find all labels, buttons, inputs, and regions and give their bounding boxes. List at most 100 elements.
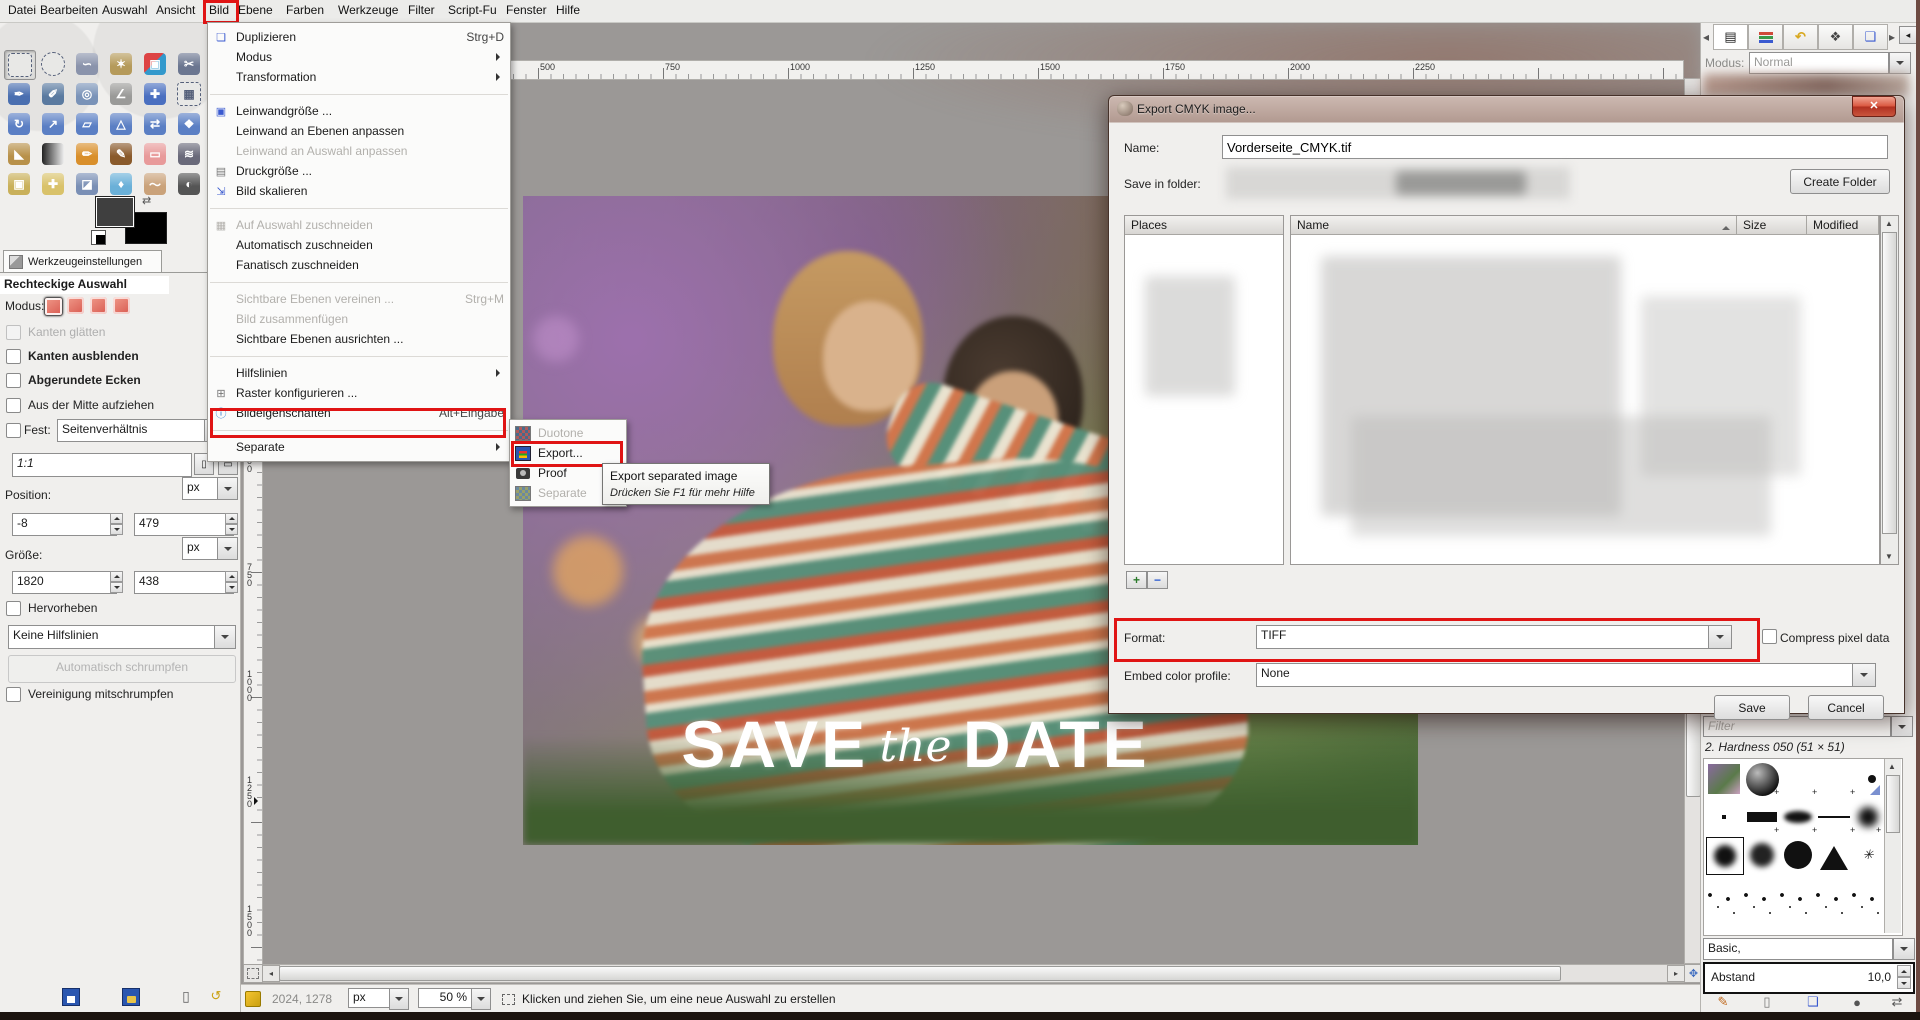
shear-tool[interactable]: ▱ [72,110,102,138]
filename-input[interactable] [1222,135,1888,159]
rounded-corners-checkbox[interactable] [6,373,21,388]
brush-scrollbar[interactable]: ▲ [1884,759,1901,933]
tabs-scroll-left-icon[interactable]: ◂ [1703,30,1709,44]
create-folder-button[interactable]: Create Folder [1790,169,1890,194]
menu-fenster[interactable]: Fenster [506,3,547,17]
flip-tool[interactable]: ⇄ [140,110,170,138]
highlight-checkbox[interactable] [6,601,21,616]
reset-tool-options-icon[interactable]: ↺ [208,988,224,1004]
menu-item-hilfslinien[interactable]: Hilfslinien [208,363,510,383]
menu-item-fanatisch-zuschneiden[interactable]: Fanatisch zuschneiden [208,255,510,275]
unit-dropdown-button[interactable] [389,988,409,1010]
quickmask-button[interactable] [243,964,263,983]
compress-checkbox[interactable] [1762,629,1777,644]
fixed-combo[interactable]: Seitenverhältnis [57,419,207,442]
menu-item-ebenen-ausrichten[interactable]: Sichtbare Ebenen ausrichten ... [208,329,510,349]
zoom-tool[interactable]: ◎ [72,80,102,108]
position-y-spinner[interactable] [225,513,238,534]
rotate-tool[interactable]: ↻ [4,110,34,138]
expand-from-center-checkbox[interactable] [6,398,21,413]
zoom-dropdown-button[interactable] [471,988,491,1010]
tab-werkzeugeinstellungen[interactable]: Werkzeugeinstellungen [3,250,162,273]
add-place-button[interactable]: + [1126,571,1147,589]
menu-auswahl[interactable]: Auswahl [102,3,147,17]
column-header-name[interactable]: Name [1291,216,1737,235]
delete-brush-icon[interactable]: ● [1849,994,1865,1010]
brush-selected-hardness[interactable] [1706,837,1744,875]
menu-item-druckgroesse[interactable]: ▤ Druckgröße ... [208,161,510,181]
column-header-modified[interactable]: Modified [1807,216,1879,235]
brush-grid[interactable]: +++ ++ ++ ✳ [1703,758,1903,936]
scissors-select-tool[interactable]: ✂ [174,50,204,78]
size-width-input[interactable]: 1820 [12,571,117,594]
brush-circle[interactable] [1780,837,1816,873]
free-select-tool[interactable]: ∽ [72,50,102,78]
size-width-spinner[interactable] [110,571,123,592]
heal-tool[interactable]: ✚ [38,170,68,198]
perspective-clone-tool[interactable]: ◪ [72,170,102,198]
brush-triangle[interactable] [1816,837,1852,873]
horizontal-scrollbar[interactable]: ◂ ▸ [261,964,1686,983]
brush-clipboard[interactable] [1706,761,1742,797]
size-height-spinner[interactable] [225,571,238,592]
folder-path-button-blurred[interactable] [1226,167,1570,199]
layer-mode-dropdown[interactable] [1889,52,1911,74]
restore-tool-options-icon[interactable] [122,988,140,1006]
menu-werkzeuge[interactable]: Werkzeuge [338,3,398,17]
menu-item-bild-skalieren[interactable]: ⇲ Bild skalieren [208,181,510,201]
profile-combo[interactable]: None [1256,663,1854,687]
tab-undo[interactable]: ↶ [1783,24,1818,50]
menu-filter[interactable]: Filter [408,3,435,17]
position-unit-dropdown[interactable] [217,477,238,500]
dock-menu-button[interactable]: ◂ [1899,26,1917,44]
hscroll-thumb[interactable] [279,966,1561,981]
menu-item-leinwandgroesse[interactable]: ▣ Leinwandgröße ... [208,101,510,121]
cancel-button[interactable]: Cancel [1808,695,1884,720]
position-y-input[interactable]: 479 [134,513,234,536]
size-height-input[interactable]: 438 [134,571,234,594]
menu-hilfe[interactable]: Hilfe [556,3,580,17]
paintbrush-tool[interactable]: ✎ [106,140,136,168]
menu-item-transformation[interactable]: Transformation [208,67,510,87]
mode-add-button[interactable] [67,297,84,314]
pencil-tool[interactable]: ✏ [72,140,102,168]
gradient-tool[interactable] [38,140,68,168]
brush-set-dropdown[interactable] [1893,938,1915,960]
clone-tool[interactable]: ▣ [4,170,34,198]
layer-mode-combo[interactable]: Normal [1749,52,1889,74]
bucket-fill-tool[interactable]: ◣ [4,140,34,168]
file-list-scrollbar[interactable]: ▲ ▼ [1880,215,1899,565]
color-picker-tool[interactable]: ✐ [38,80,68,108]
menu-item-bildeigenschaften[interactable]: ⓘ Bildeigenschaften Alt+Eingabe [208,403,510,423]
column-header-size[interactable]: Size [1737,216,1807,235]
edit-brush-icon[interactable]: ✎ [1715,994,1731,1010]
refresh-brushes-icon[interactable]: ⇄ [1889,994,1905,1010]
fuzzy-select-tool[interactable]: ✶ [106,50,136,78]
mode-intersect-button[interactable] [113,297,130,314]
brush-ellipse[interactable] [1780,799,1816,835]
menu-ansicht[interactable]: Ansicht [156,3,195,17]
measure-tool[interactable]: ∠ [106,80,136,108]
menu-bearbeiten[interactable]: Bearbeiten [40,3,98,17]
file-list-pane[interactable]: Name Size Modified [1290,215,1880,565]
scale-tool[interactable]: ↗ [38,110,68,138]
autoshrink-button[interactable]: Automatisch schrumpfen [8,655,236,683]
menu-scriptfu[interactable]: Script-Fu [448,3,497,17]
antialias-checkbox[interactable] [6,325,21,340]
position-x-input[interactable]: -8 [12,513,117,536]
spacing-spinner[interactable] [1897,965,1911,989]
save-tool-options-icon[interactable] [62,988,80,1006]
menu-item-separate[interactable]: Separate [208,437,510,457]
brush-set-combo[interactable]: Basic, [1703,938,1893,960]
new-brush-icon[interactable]: ▯ [1759,994,1775,1010]
paths-tool[interactable]: ✒ [4,80,34,108]
crop-tool[interactable]: ▦ [174,80,204,108]
brush-texture[interactable]: ✳ [1850,837,1886,873]
menu-item-raster-konfigurieren[interactable]: ⊞ Raster konfigurieren ... [208,383,510,403]
delete-tool-options-icon[interactable]: ▯ [178,988,194,1004]
submenu-item-export[interactable]: Export... [510,443,626,463]
dodge-burn-tool[interactable]: ◐ [174,170,204,198]
move-tool[interactable]: ✚ [140,80,170,108]
tabs-scroll-right-icon[interactable]: ▸ [1889,30,1895,44]
save-button[interactable]: Save [1714,695,1790,720]
